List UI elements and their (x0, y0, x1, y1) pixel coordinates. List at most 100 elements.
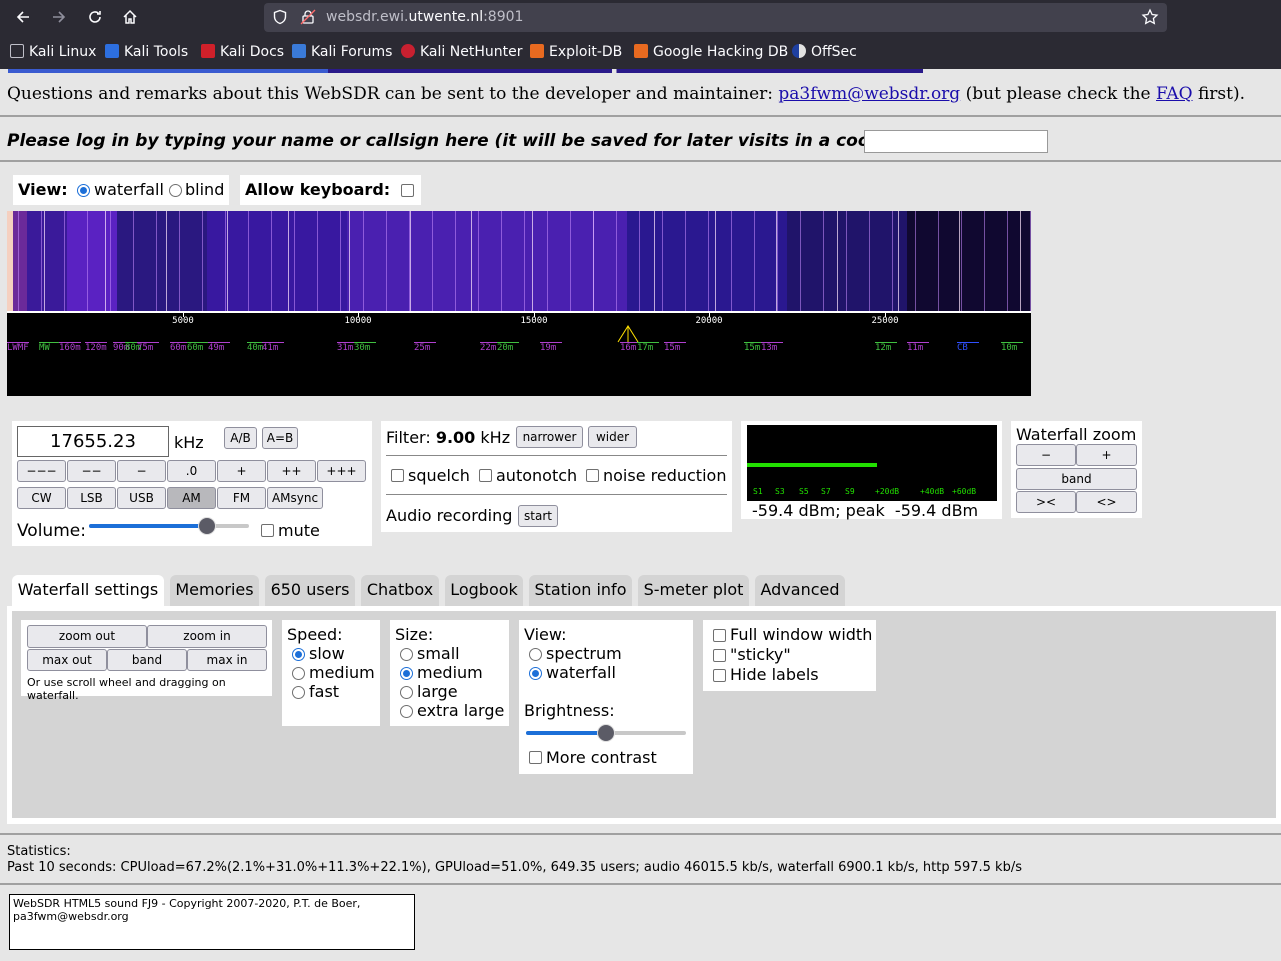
frequency-scale[interactable] (7, 311, 1031, 313)
zoom-minus-button[interactable]: − (1016, 444, 1076, 466)
band-label[interactable]: 60m (170, 343, 186, 353)
brightness-slider[interactable] (526, 724, 686, 742)
noise-reduction-checkbox[interactable] (586, 469, 599, 482)
round-frequency-button[interactable]: .0 (167, 460, 216, 482)
url-bar[interactable]: websdr.ewi.utwente.nl:8901 (264, 3, 1167, 32)
band-label[interactable]: 17m (637, 343, 653, 353)
a-equals-b-button[interactable]: A=B (262, 427, 298, 449)
band-label[interactable]: MW (39, 343, 50, 353)
view-waterfall-radio[interactable] (77, 184, 90, 197)
band-label[interactable]: 31m (337, 343, 353, 353)
brightness-slider-thumb[interactable] (597, 724, 615, 742)
mode-usb-button[interactable]: USB (117, 487, 166, 509)
size-medium-radio[interactable] (400, 667, 413, 680)
band-label[interactable]: 49m (208, 343, 224, 353)
zoom-out-wf-button[interactable]: zoom out (27, 625, 147, 648)
view-blind-radio[interactable] (169, 184, 182, 197)
zoom-out-button[interactable]: <> (1076, 491, 1137, 513)
volume-slider-thumb[interactable] (198, 517, 217, 535)
step-up-3-button[interactable]: +++ (317, 460, 366, 482)
tab-s-meter-plot[interactable]: S-meter plot (638, 575, 749, 606)
band-label[interactable]: 25m (414, 343, 430, 353)
speed-fast-radio[interactable] (292, 686, 305, 699)
maintainer-email-link[interactable]: pa3fwm@websdr.org (778, 84, 960, 104)
bookmark-kali-tools[interactable]: Kali Tools (105, 44, 188, 60)
tab-chatbox[interactable]: Chatbox (361, 575, 439, 606)
bookmark-google-hacking-db[interactable]: Google Hacking DB (634, 44, 788, 60)
more-contrast-checkbox[interactable] (529, 751, 542, 764)
autonotch-checkbox[interactable] (479, 469, 492, 482)
view-spectrum-radio[interactable] (529, 648, 542, 661)
sticky-checkbox[interactable] (713, 649, 726, 662)
bookmark-star-icon[interactable] (1141, 8, 1159, 30)
band-label[interactable]: 15m (744, 343, 760, 353)
speed-medium-radio[interactable] (292, 667, 305, 680)
band-label[interactable]: 20m (497, 343, 513, 353)
zoom-in-wf-button[interactable]: zoom in (147, 625, 267, 648)
band-label[interactable]: 60m (187, 343, 203, 353)
bookmark-offsec[interactable]: OffSec (792, 44, 857, 60)
band-label[interactable]: 12m (875, 343, 891, 353)
size-small-radio[interactable] (400, 648, 413, 661)
band-label[interactable]: 160m (59, 343, 81, 353)
tab-memories[interactable]: Memories (170, 575, 259, 606)
bookmark-kali-docs[interactable]: Kali Docs (201, 44, 284, 60)
band-label[interactable]: 10m (1001, 343, 1017, 353)
size-large-radio[interactable] (400, 686, 413, 699)
band-label[interactable]: 30m (354, 343, 370, 353)
tab-station-info[interactable]: Station info (529, 575, 632, 606)
mode-amsync-button[interactable]: AMsync (267, 487, 323, 509)
band-label[interactable]: 40m (247, 343, 263, 353)
frequency-input[interactable]: 17655.23 (17, 426, 169, 457)
band-label[interactable]: LWMF (7, 343, 29, 353)
step-up-1-button[interactable]: + (217, 460, 266, 482)
reload-icon[interactable] (82, 5, 108, 31)
squelch-checkbox[interactable] (391, 469, 404, 482)
band-label[interactable]: 13m (761, 343, 777, 353)
tuning-marker-icon[interactable] (617, 325, 639, 343)
size-extra-large-radio[interactable] (400, 705, 413, 718)
ab-button[interactable]: A/B (224, 427, 257, 449)
band-label[interactable]: 22m (480, 343, 496, 353)
step-down-1-button[interactable]: − (117, 460, 166, 482)
bookmark-kali-forums[interactable]: Kali Forums (292, 44, 392, 60)
tab-advanced[interactable]: Advanced (755, 575, 845, 606)
mode-cw-button[interactable]: CW (17, 487, 66, 509)
max-out-button[interactable]: max out (27, 649, 107, 671)
band-label[interactable]: 11m (907, 343, 923, 353)
step-down-3-button[interactable]: −−− (17, 460, 66, 482)
insecure-lock-icon[interactable] (300, 9, 316, 29)
callsign-input[interactable] (864, 130, 1048, 153)
zoom-in-button[interactable]: >< (1016, 491, 1076, 513)
step-down-2-button[interactable]: −− (67, 460, 116, 482)
filter-narrower-button[interactable]: narrower (516, 426, 583, 448)
mode-fm-button[interactable]: FM (217, 487, 266, 509)
volume-slider[interactable] (89, 517, 249, 535)
forward-icon[interactable] (46, 5, 72, 31)
speed-slow-radio[interactable] (292, 648, 305, 661)
filter-wider-button[interactable]: wider (588, 426, 637, 448)
band-label[interactable]: CB (957, 343, 968, 353)
shield-icon[interactable] (272, 9, 288, 29)
mute-checkbox[interactable] (261, 524, 274, 537)
home-icon[interactable] (117, 5, 143, 31)
tab-users[interactable]: 650 users (265, 575, 355, 606)
zoom-plus-button[interactable]: + (1076, 444, 1137, 466)
view-waterfall-settings-radio[interactable] (529, 667, 542, 680)
full-window-width-checkbox[interactable] (713, 629, 726, 642)
waterfall-display[interactable]: 5000 10000 15000 20000 25000 LWMF MW 160m 1… (7, 211, 1031, 396)
bookmark-kali-nethunter[interactable]: Kali NetHunter (401, 44, 522, 60)
tab-waterfall-settings[interactable]: Waterfall settings (12, 575, 164, 606)
faq-link[interactable]: FAQ (1156, 84, 1193, 104)
band-zoom-button[interactable]: band (107, 649, 187, 671)
mode-lsb-button[interactable]: LSB (67, 487, 116, 509)
waterfall-image[interactable] (7, 211, 1031, 311)
record-start-button[interactable]: start (518, 505, 558, 527)
mode-am-button[interactable]: AM (167, 487, 216, 509)
band-label[interactable]: 15m (664, 343, 680, 353)
band-label[interactable]: 19m (540, 343, 556, 353)
band-label[interactable]: 41m (262, 343, 278, 353)
tab-logbook[interactable]: Logbook (445, 575, 523, 606)
band-label[interactable]: 16m (620, 343, 636, 353)
back-icon[interactable] (10, 5, 36, 31)
